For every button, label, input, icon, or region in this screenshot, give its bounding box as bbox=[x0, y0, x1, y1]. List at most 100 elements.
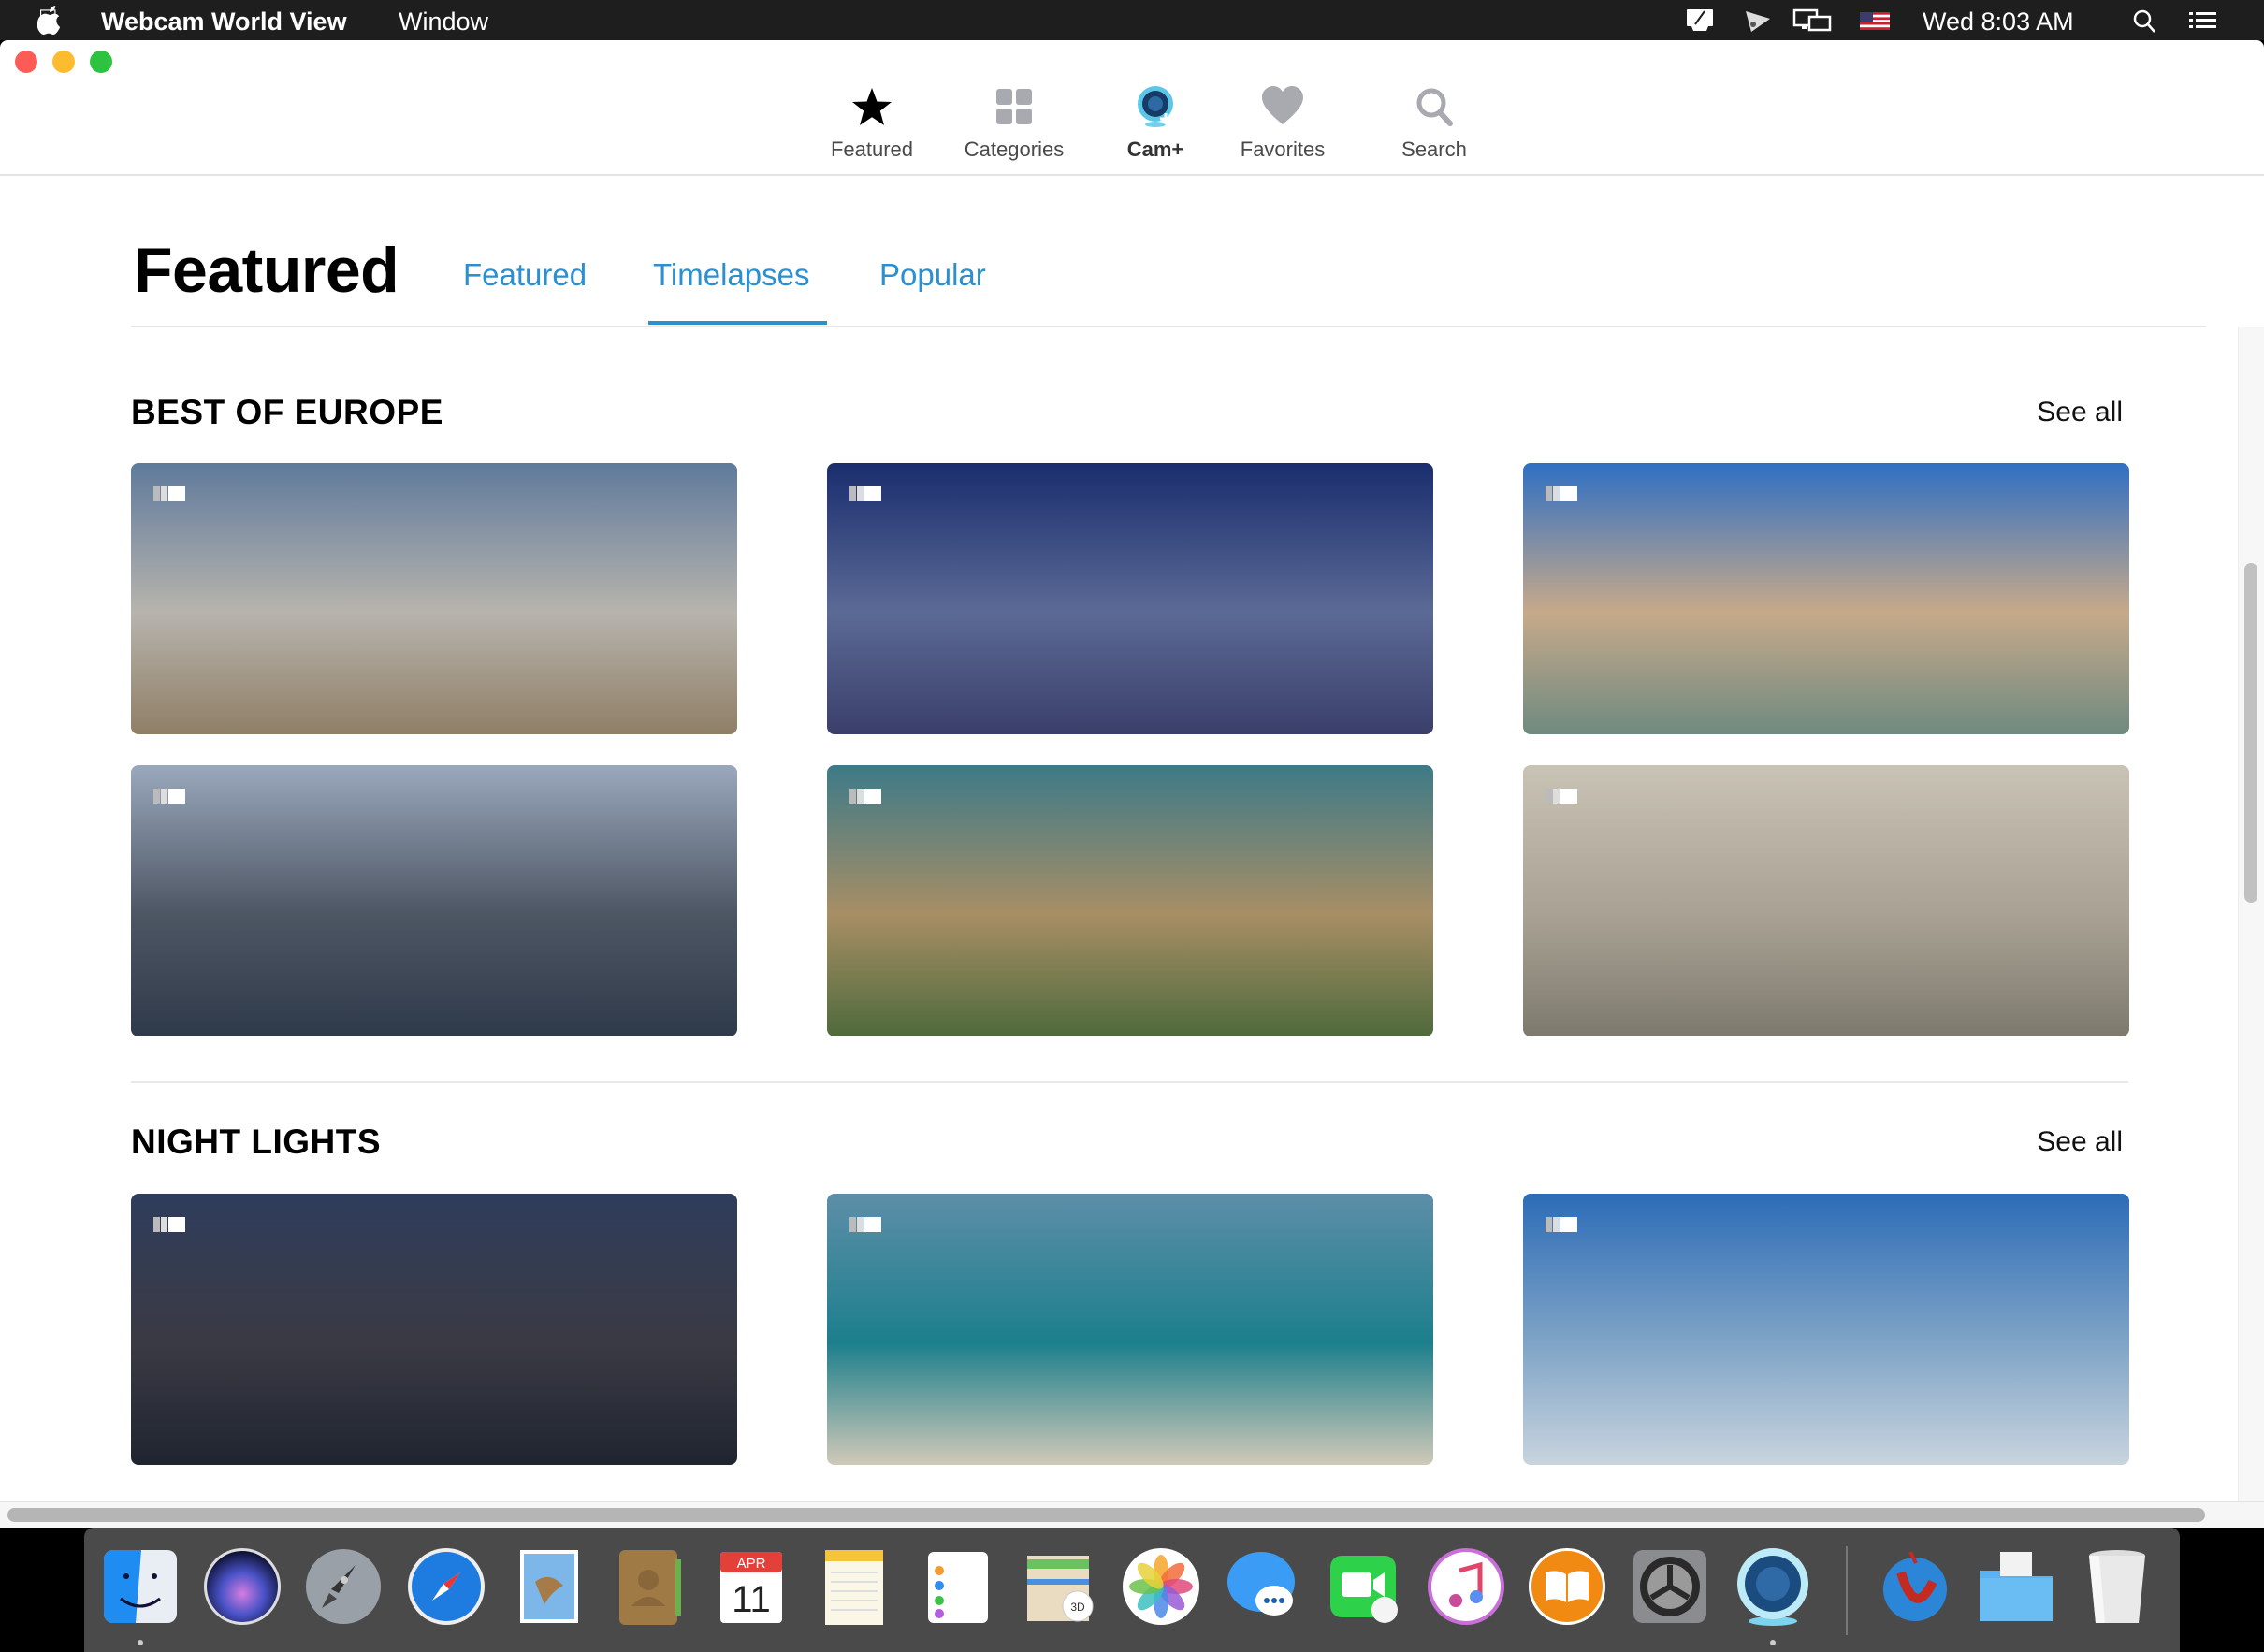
dock-webcam-world-view[interactable] bbox=[1731, 1544, 1815, 1629]
running-indicator bbox=[1770, 1640, 1776, 1645]
dock-facetime[interactable] bbox=[1323, 1544, 1407, 1629]
tab-popular[interactable]: Popular bbox=[879, 257, 986, 293]
toolbar-item-categories[interactable]: Categories bbox=[944, 85, 1084, 162]
thumbnail-card[interactable] bbox=[1523, 1194, 2129, 1465]
star-icon bbox=[852, 88, 892, 125]
timelapse-icon bbox=[849, 789, 881, 804]
dock-maps[interactable]: 3D bbox=[1018, 1544, 1102, 1629]
toolbar-item-favorites[interactable]: Favorites bbox=[1212, 85, 1353, 162]
dock-launchpad[interactable] bbox=[301, 1544, 385, 1629]
toolbar-label: Favorites bbox=[1240, 138, 1326, 161]
toolbar-label: Featured bbox=[830, 138, 914, 161]
notification-center-icon[interactable] bbox=[2187, 7, 2219, 34]
us-flag-input-icon[interactable] bbox=[1859, 7, 1891, 34]
webcam-world-view-icon bbox=[1737, 1548, 1808, 1626]
calendar-day: 11 bbox=[732, 1579, 771, 1620]
page-title: Featured bbox=[134, 235, 399, 306]
thumbnail-card[interactable] bbox=[1523, 463, 2129, 734]
content-scroll-area: BEST OF EUROPE See all NIGHT LIGHTS See … bbox=[0, 327, 2241, 1501]
vertical-scrollbar[interactable] bbox=[2238, 327, 2264, 1501]
toolbar: Featured Categories Cam+ Favorites Searc… bbox=[0, 40, 2264, 176]
mail-icon bbox=[520, 1550, 578, 1623]
launchpad-icon bbox=[306, 1549, 381, 1624]
contacts-icon bbox=[619, 1550, 681, 1625]
thumbnail-card[interactable] bbox=[131, 765, 737, 1036]
timelapse-icon bbox=[153, 486, 185, 501]
running-indicator bbox=[138, 1640, 143, 1645]
section-divider bbox=[131, 1081, 2128, 1083]
toolbar-label: Search bbox=[1401, 138, 1467, 161]
downloads-folder-icon bbox=[1980, 1552, 2053, 1621]
dock-photos[interactable] bbox=[1119, 1544, 1203, 1629]
toolbar-label: Categories bbox=[964, 138, 1065, 161]
section-title: BEST OF EUROPE bbox=[131, 393, 443, 431]
svg-text:3D: 3D bbox=[1070, 1601, 1085, 1614]
dock-notes[interactable] bbox=[812, 1544, 896, 1629]
tab-featured[interactable]: Featured bbox=[463, 257, 587, 293]
section-title: NIGHT LIGHTS bbox=[131, 1123, 382, 1161]
grid-icon bbox=[996, 89, 1032, 124]
thumbnail-card[interactable] bbox=[827, 463, 1433, 734]
dock-messages[interactable] bbox=[1222, 1544, 1306, 1629]
dock-trash[interactable] bbox=[2075, 1544, 2159, 1629]
ibooks-icon bbox=[1529, 1548, 1605, 1625]
thumbnail-card[interactable] bbox=[131, 1194, 737, 1465]
screens-icon[interactable] bbox=[1792, 7, 1834, 34]
toolbar-item-featured[interactable]: Featured bbox=[802, 85, 942, 162]
dock-safari[interactable] bbox=[404, 1544, 488, 1629]
timelapse-icon bbox=[849, 1217, 881, 1232]
thumbnail-card[interactable] bbox=[827, 765, 1433, 1036]
safari-icon bbox=[408, 1548, 485, 1625]
airdrop-send-icon[interactable] bbox=[1742, 7, 1774, 34]
horizontal-scrollbar-thumb[interactable] bbox=[7, 1508, 2205, 1522]
timelapse-icon bbox=[849, 486, 881, 501]
timelapse-icon bbox=[1546, 789, 1577, 804]
see-all-link[interactable]: See all bbox=[2037, 397, 2123, 428]
trash-icon bbox=[2089, 1550, 2145, 1623]
display-mirror-icon[interactable] bbox=[1684, 7, 1716, 34]
dock-ibooks[interactable] bbox=[1525, 1544, 1609, 1629]
thumbnail-card[interactable] bbox=[827, 1194, 1433, 1465]
webcam-plus-icon bbox=[1138, 86, 1173, 127]
toolbar-label: Cam+ bbox=[1126, 138, 1184, 161]
messages-icon bbox=[1227, 1552, 1295, 1616]
toolbar-item-search[interactable]: Search bbox=[1364, 85, 1504, 162]
vertical-scrollbar-thumb[interactable] bbox=[2244, 563, 2257, 903]
dock-mail[interactable] bbox=[507, 1544, 591, 1629]
dock-uninstaller[interactable] bbox=[1873, 1544, 1957, 1629]
app-menu[interactable]: Webcam World View bbox=[101, 7, 347, 36]
dock-reminders[interactable] bbox=[915, 1544, 999, 1629]
maps-icon: 3D bbox=[1027, 1556, 1094, 1622]
notes-icon bbox=[825, 1550, 883, 1625]
system-preferences-icon bbox=[1633, 1550, 1706, 1623]
apple-menu-icon[interactable] bbox=[37, 6, 64, 36]
timelapse-icon bbox=[153, 789, 185, 804]
reminders-icon bbox=[928, 1552, 988, 1623]
dock-itunes[interactable] bbox=[1424, 1544, 1508, 1629]
horizontal-scrollbar[interactable] bbox=[0, 1501, 2264, 1528]
timelapse-icon bbox=[1546, 486, 1577, 501]
see-all-link[interactable]: See all bbox=[2037, 1126, 2123, 1158]
selected-tab-indicator bbox=[648, 321, 827, 325]
dock-contacts[interactable] bbox=[608, 1544, 692, 1629]
app-window: Featured Categories Cam+ Favorites Searc… bbox=[0, 40, 2264, 1528]
toolbar-item-cam-plus[interactable]: Cam+ bbox=[1085, 85, 1226, 162]
dock-siri[interactable] bbox=[200, 1544, 284, 1629]
dock-finder[interactable] bbox=[98, 1544, 182, 1629]
finder-icon bbox=[104, 1550, 177, 1623]
dock-divider bbox=[1846, 1546, 1848, 1635]
siri-icon bbox=[204, 1548, 281, 1625]
timelapse-icon bbox=[153, 1217, 185, 1232]
dock-system-preferences[interactable] bbox=[1628, 1544, 1712, 1629]
dock-downloads-folder[interactable] bbox=[1974, 1544, 2058, 1629]
dock-calendar[interactable]: APR 11 bbox=[709, 1544, 793, 1629]
tab-timelapses[interactable]: Timelapses bbox=[653, 257, 810, 293]
thumbnail-card[interactable] bbox=[131, 463, 737, 734]
spotlight-search-icon[interactable] bbox=[2129, 7, 2161, 34]
window-menu[interactable]: Window bbox=[399, 7, 488, 36]
clock[interactable]: Wed 8:03 AM bbox=[1923, 7, 2074, 36]
menu-bar:  Webcam World View Window Wed 8:03 AM bbox=[0, 0, 2264, 40]
thumbnail-card[interactable] bbox=[1523, 765, 2129, 1036]
timelapse-icon bbox=[1546, 1217, 1577, 1232]
search-icon bbox=[1416, 88, 1453, 126]
